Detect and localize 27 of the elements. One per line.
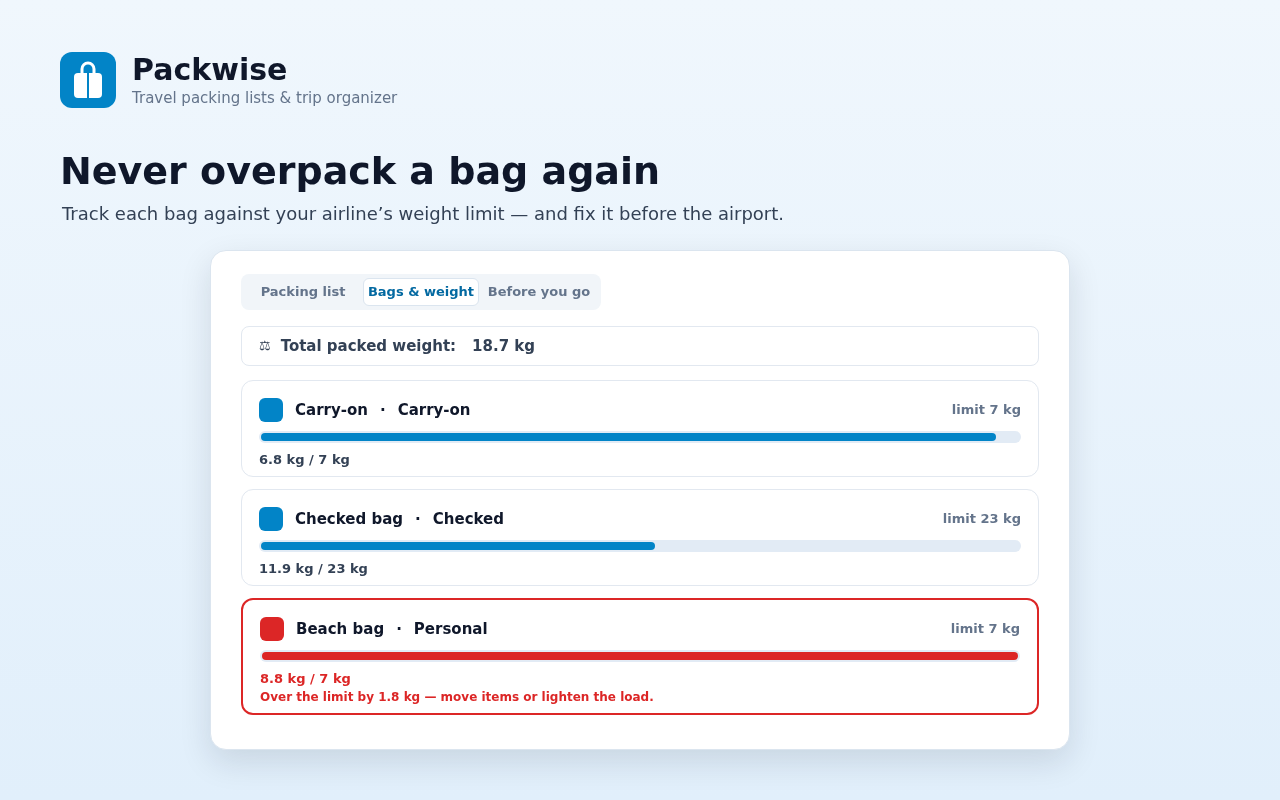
app-name: Packwise — [132, 52, 288, 88]
weight-reading: 6.8 kg / 7 kg — [259, 452, 350, 468]
bag-type: Personal — [413, 618, 488, 640]
weight-limit: limit 23 kg — [942, 510, 1021, 529]
separator-dot: · — [396, 618, 402, 640]
app-tagline: Travel packing lists & trip organizer — [132, 88, 398, 108]
bag-name: Carry-on — [295, 399, 368, 421]
over-limit-warning: Over the limit by 1.8 kg — move items or lighten the load. — [260, 689, 654, 705]
page-subtitle: Track each bag against your airline’s weight limit — and fix it before the airport. — [62, 202, 785, 226]
weight-limit: limit 7 kg — [950, 620, 1020, 639]
bag-name: Checked bag — [295, 508, 404, 530]
total-label: Total packed weight: — [280, 335, 457, 357]
bag-type: Carry-on — [397, 399, 471, 421]
scale-icon: ⚖ — [259, 336, 271, 356]
weight-reading: 8.8 kg / 7 kg — [260, 671, 351, 687]
suitcase-icon — [60, 52, 116, 108]
weight-reading: 11.9 kg / 23 kg — [259, 561, 368, 577]
tab[interactable]: Packing list — [245, 278, 361, 306]
tab[interactable]: Before you go — [481, 278, 597, 306]
page-heading: Never overpack a bag again — [60, 148, 661, 195]
separator-dot: · — [379, 399, 386, 421]
bag-name: Beach bag — [296, 618, 385, 640]
weight-limit: limit 7 kg — [951, 401, 1021, 420]
tab[interactable]: Bags & weight — [363, 278, 479, 306]
total-value: 18.7 kg — [472, 335, 536, 357]
separator-dot: · — [415, 508, 421, 530]
bag-type: Checked — [432, 508, 504, 530]
